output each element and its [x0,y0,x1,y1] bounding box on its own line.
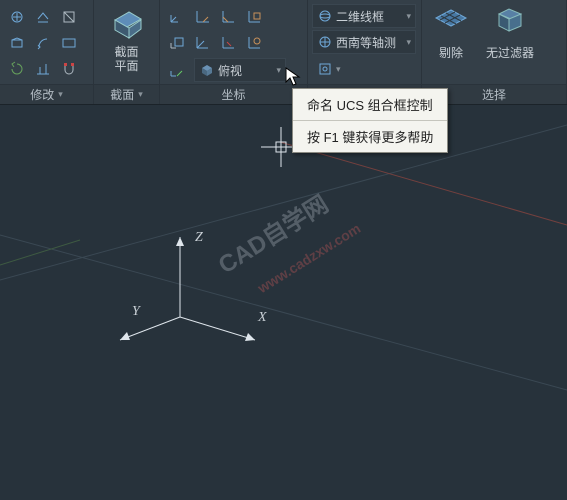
panel-modify: 修改 ▾ [0,0,94,104]
ucs-axis-indicator: X Y Z [140,222,300,385]
axis-y-label: Y [132,304,140,320]
ucs-x-icon[interactable] [190,4,216,30]
ucs-face-icon[interactable] [164,30,190,56]
tool-presspull-icon[interactable] [30,4,56,30]
panel-section-title[interactable]: 截面 ▾ [94,84,159,104]
no-filter-label: 无过滤器 [486,44,534,61]
compass-icon [317,34,333,50]
panel-label: 修改 [30,86,54,103]
chevron-down-icon: ▾ [58,89,63,100]
axis-x-label: X [258,310,267,326]
ucs-origin-icon[interactable] [164,58,190,84]
panel-label: 截面 [110,86,134,103]
view-pick-icon[interactable] [312,56,338,82]
section-plane-label: 截面平面 [114,45,138,73]
tool-smooth-icon[interactable] [4,30,30,56]
panel-coord: 俯视 ▾ 坐标 [160,0,308,104]
section-plane-button[interactable]: 截面平面 [103,4,151,73]
ucs-z-icon[interactable] [242,4,268,30]
chevron-down-icon: ▾ [406,37,411,48]
tool-trim-icon[interactable] [56,30,82,56]
chevron-down-icon: ▾ [276,65,281,76]
ucs-y-icon[interactable] [216,4,242,30]
tool-flatten-icon[interactable] [56,4,82,30]
filter-icon [493,6,527,40]
ucs-world-icon[interactable] [164,4,190,30]
tooltip: 命名 UCS 组合框控制 按 F1 键获得更多帮助 [292,88,448,153]
cursor-pointer-icon [285,67,301,87]
tool-offset-icon[interactable] [30,30,56,56]
no-filter-button[interactable]: 无过滤器 [478,2,542,61]
combo-label: 俯视 [218,62,273,79]
named-ucs-combo[interactable]: 俯视 ▾ [194,58,286,82]
ucs-view-icon[interactable] [190,30,216,56]
sphere-icon [317,8,333,24]
ribbon: 修改 ▾ 截面平面 截面 ▾ [0,0,567,105]
tool-rotate-icon[interactable] [4,56,30,82]
tool-magnet-icon[interactable] [56,56,82,82]
tooltip-title: 命名 UCS 组合框控制 [293,89,447,120]
chevron-down-icon: ▾ [406,11,411,22]
grid-icon [434,6,468,40]
modify-grid [4,4,82,82]
ucs-grid [164,4,268,56]
panel-modify-title[interactable]: 修改 ▾ [0,84,93,104]
section-plane-icon [109,6,145,42]
axis-z-label: Z [195,230,203,246]
visual-style-combo[interactable]: 二维线框 ▾ [312,4,416,28]
chevron-down-icon: ▾ [138,89,143,100]
cube-icon [199,62,215,78]
panel-label: 坐标 [221,86,245,103]
combo-label: 二维线框 [336,8,403,25]
combo-label: 西南等轴测 [336,34,403,51]
chevron-down-icon[interactable]: ▾ [336,64,341,75]
erase-button[interactable]: 剔除 [424,2,478,61]
panel-section: 截面平面 截面 ▾ [94,0,160,104]
ucs-prev-icon[interactable] [242,30,268,56]
erase-label: 剔除 [439,44,463,61]
panel-label: 选择 [482,86,506,103]
view-direction-combo[interactable]: 西南等轴测 ▾ [312,30,416,54]
tool-align-icon[interactable] [30,56,56,82]
drawing-canvas[interactable]: X Y Z CAD自学网 www.cadzxw.com [0,105,567,500]
tool-extrude-icon[interactable] [4,4,30,30]
ucs-3point-icon[interactable] [216,30,242,56]
tooltip-help: 按 F1 键获得更多帮助 [293,120,447,152]
